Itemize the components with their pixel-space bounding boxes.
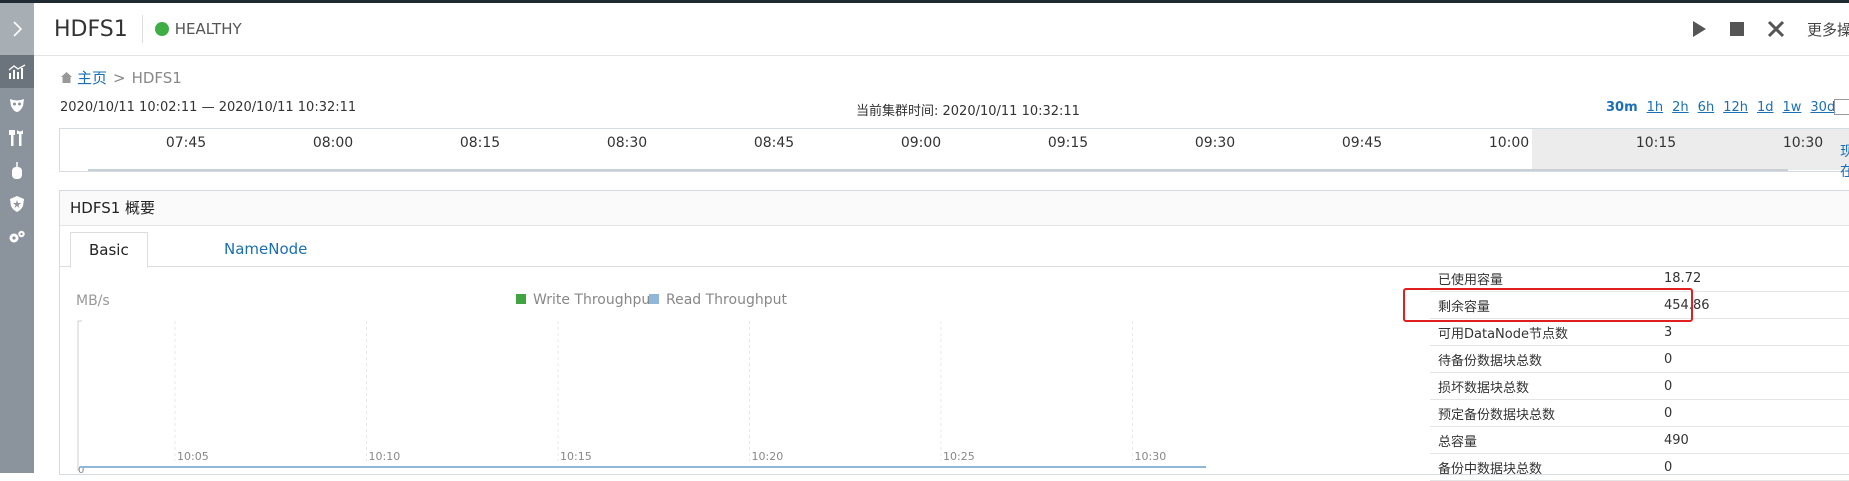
range-option-1h[interactable]: 1h — [1647, 100, 1664, 115]
x-tick-label: 10:10 — [369, 450, 401, 463]
metric-row: 总容量 490 — [1430, 427, 1849, 454]
metric-value: 18.72 — [1664, 270, 1702, 286]
metric-value: 0 — [1664, 351, 1673, 367]
metric-label: 损坏数据块总数 — [1438, 380, 1530, 396]
tab-namenode[interactable]: NameNode — [206, 232, 325, 266]
health-status-text: HEALTHY — [174, 20, 242, 38]
metric-label: 待备份数据块总数 — [1438, 353, 1543, 369]
x-tick-label: 10:20 — [752, 450, 784, 463]
range-option-2h[interactable]: 2h — [1672, 100, 1689, 115]
metric-value: 3 — [1664, 324, 1673, 340]
panel-title: HDFS1 概要 — [60, 191, 1849, 226]
metric-label: 备份中数据块总数 — [1438, 461, 1543, 477]
service-name: HDFS1 — [54, 16, 128, 42]
shield-icon — [10, 195, 24, 212]
nav-item-security[interactable] — [0, 187, 34, 220]
metric-value: 0 — [1664, 405, 1673, 421]
timeline-tick: 09:15 — [1047, 135, 1089, 151]
close-button[interactable] — [1767, 20, 1785, 38]
timeline-tick: 08:00 — [312, 135, 354, 151]
range-option-6h[interactable]: 6h — [1698, 100, 1715, 115]
range-option-1w[interactable]: 1w — [1783, 100, 1802, 115]
timeline-tick: 08:30 — [606, 135, 648, 151]
range-option-30m[interactable]: 30m — [1606, 100, 1638, 115]
metric-row: 可用DataNode节点数 3 — [1430, 319, 1849, 346]
legend-entry: Write Throughput — [533, 292, 656, 308]
nav-item-settings[interactable] — [0, 220, 34, 253]
metric-row: 损坏数据块总数 0 — [1430, 373, 1849, 400]
legend-entry: Read Throughput — [666, 292, 787, 308]
metric-label: 总容量 — [1438, 434, 1478, 450]
metric-row: 备份中数据块总数 0 — [1430, 454, 1849, 481]
throughput-chart: MB/s Write Throughput Read Throughput 10:05… — [70, 273, 1416, 476]
timeline-tick: 09:45 — [1341, 135, 1383, 151]
range-option-12h[interactable]: 12h — [1723, 100, 1748, 115]
chevron-right-icon — [13, 21, 23, 37]
start-button[interactable] — [1691, 20, 1707, 38]
home-icon — [61, 72, 72, 83]
panel-tabs: Basic NameNode — [60, 226, 1849, 268]
timeline-tick: 08:45 — [753, 135, 795, 151]
calendar-icon[interactable] — [1834, 99, 1849, 115]
nav-expand-button[interactable] — [0, 3, 34, 55]
header-actions: 更多操作 — [1691, 3, 1849, 55]
chart-icon — [8, 63, 26, 79]
metric-value: 0 — [1664, 459, 1673, 475]
timeline-baseline — [88, 169, 1788, 171]
timeline-tick: 10:15 — [1635, 135, 1677, 151]
mask-icon — [10, 98, 24, 112]
metric-value: 490 — [1664, 432, 1689, 448]
service-header: HDFS1 HEALTHY 更多操作 — [34, 3, 1849, 56]
metric-label: 预定备份数据块总数 — [1438, 407, 1556, 423]
time-range-text: 2020/10/11 10:02:11 — 2020/10/11 10:32:1… — [60, 100, 357, 115]
x-tick-label: 10:30 — [1135, 450, 1167, 463]
timeline-tick: 09:30 — [1194, 135, 1236, 151]
x-tick-label: 10:05 — [177, 450, 209, 463]
nav-item-mouse[interactable] — [0, 154, 34, 187]
mouse-icon — [12, 161, 22, 179]
range-option-30d[interactable]: 30d — [1810, 100, 1835, 115]
metric-value: 0 — [1664, 378, 1673, 394]
nav-item-tools[interactable] — [0, 121, 34, 154]
header-divider — [141, 15, 143, 43]
close-icon — [1767, 20, 1785, 38]
breadcrumb: 主页 > HDFS1 — [60, 67, 182, 88]
metric-row: 预定备份数据块总数 0 — [1430, 400, 1849, 427]
nav-item-mask[interactable] — [0, 88, 34, 121]
breadcrumb-separator: > — [113, 68, 126, 87]
hdfs-summary-panel: HDFS1 概要 Basic NameNode MB/s Write Throug… — [59, 190, 1849, 481]
legend-swatch — [649, 294, 659, 304]
x-tick-label: 10:15 — [560, 450, 592, 463]
timeline-now-button[interactable]: 现在 — [1840, 141, 1849, 181]
tab-basic[interactable]: Basic — [70, 232, 148, 268]
gears-icon — [9, 230, 25, 242]
stop-icon — [1730, 22, 1744, 36]
x-tick-label: 10:25 — [943, 450, 975, 463]
timeline-selector[interactable]: 07:45 08:00 08:15 08:30 08:45 09:00 09:1… — [59, 128, 1849, 180]
timeline-tick: 10:30 — [1782, 135, 1824, 151]
timeline-tick: 07:45 — [165, 135, 207, 151]
metric-label: 可用DataNode节点数 — [1438, 326, 1568, 342]
y-axis-label: MB/s — [76, 293, 110, 309]
throughput-chart-svg: MB/s Write Throughput Read Throughput 10:05… — [76, 292, 1206, 476]
left-nav — [0, 3, 34, 473]
breadcrumb-home-link[interactable]: 主页 — [77, 67, 107, 88]
current-cluster-time: 当前集群时间: 2020/10/11 10:32:11 — [856, 104, 1080, 119]
highlight-box — [1403, 288, 1693, 322]
timeline-tick: 08:15 — [459, 135, 501, 151]
metric-label: 已使用容量 — [1438, 272, 1504, 288]
time-range-selector: 30m 1h 2h 6h 12h 1d 1w 30d — [1606, 100, 1844, 115]
range-option-1d[interactable]: 1d — [1757, 100, 1774, 115]
more-actions-button[interactable]: 更多操作 — [1807, 19, 1849, 40]
timeline-tick: 09:00 — [900, 135, 942, 151]
timeline-tick: 10:00 — [1488, 135, 1530, 151]
breadcrumb-current: HDFS1 — [131, 68, 182, 87]
metric-row: 待备份数据块总数 0 — [1430, 346, 1849, 373]
health-status-dot — [154, 22, 169, 36]
tools-icon — [9, 129, 23, 146]
play-icon — [1693, 21, 1706, 37]
legend-swatch — [516, 294, 526, 304]
nav-item-monitor[interactable] — [0, 55, 34, 88]
stop-button[interactable] — [1729, 21, 1745, 37]
